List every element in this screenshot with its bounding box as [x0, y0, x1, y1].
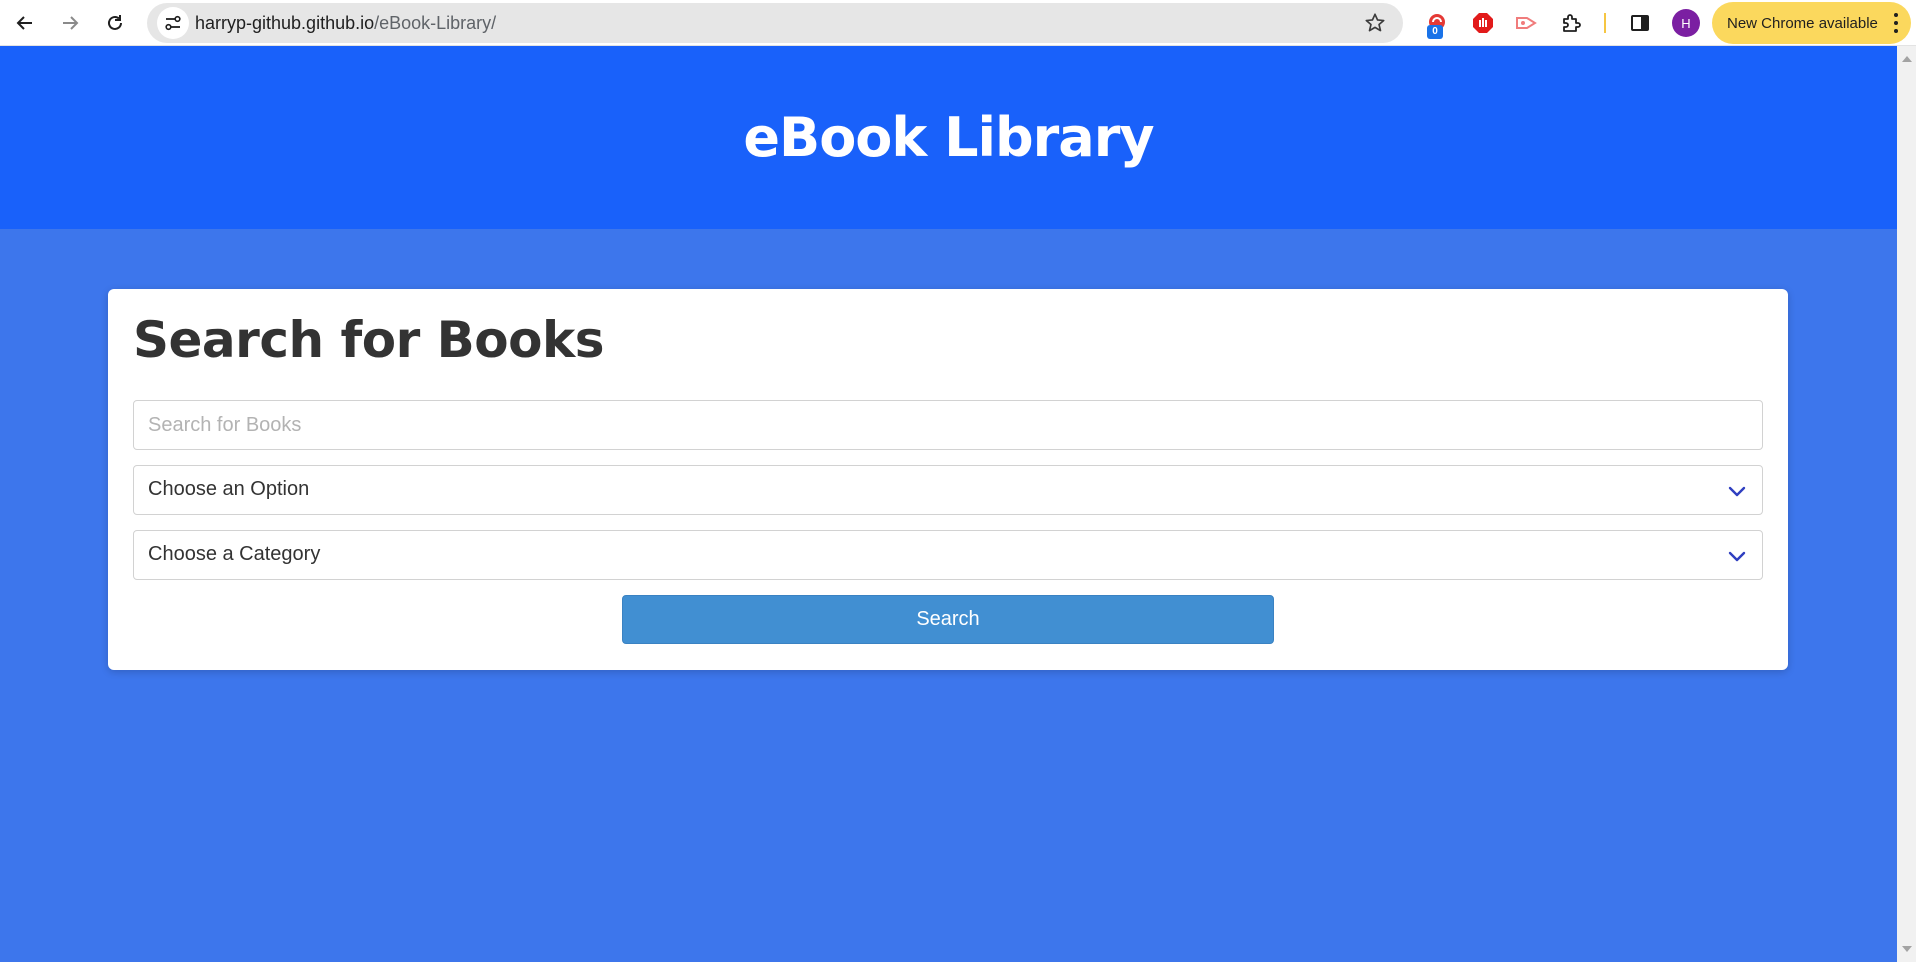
profile-avatar[interactable]: H [1672, 9, 1700, 37]
side-panel-button[interactable] [1627, 10, 1653, 36]
browser-toolbar: harryp-github.github.io/eBook-Library/ 0 [0, 0, 1916, 46]
side-panel-icon [1631, 15, 1649, 31]
site-header: eBook Library [0, 46, 1897, 229]
site-info-icon [165, 15, 181, 31]
site-title: eBook Library [743, 106, 1154, 169]
toolbar-divider [1604, 13, 1606, 33]
option-select[interactable]: Choose an Option [133, 465, 1763, 515]
category-select[interactable]: Choose a Category [133, 530, 1763, 580]
chevron-down-icon [1728, 486, 1746, 497]
page-scrollbar[interactable] [1897, 46, 1916, 962]
back-button[interactable] [8, 6, 42, 40]
address-bar[interactable]: harryp-github.github.io/eBook-Library/ [147, 3, 1403, 43]
search-input[interactable] [134, 401, 1762, 449]
category-select-value: Choose a Category [148, 543, 321, 565]
option-select-value: Choose an Option [148, 478, 310, 500]
url-text: harryp-github.github.io/eBook-Library/ [195, 13, 496, 34]
forward-button[interactable] [53, 6, 87, 40]
extensions-menu-button[interactable] [1559, 10, 1585, 36]
extension-badge: 0 [1427, 25, 1443, 39]
bookmark-star-icon [1365, 13, 1385, 32]
extensions-puzzle-icon [1563, 14, 1581, 32]
update-chip-label: New Chrome available [1727, 14, 1878, 32]
search-button[interactable]: Search [622, 595, 1274, 644]
forward-arrow-icon [63, 16, 79, 30]
bookmark-button[interactable] [1363, 11, 1387, 35]
search-heading: Search for Books [133, 311, 604, 369]
extension-ext2-icon [1473, 13, 1493, 33]
site-info-button[interactable] [157, 7, 189, 39]
extension-2-button[interactable] [1470, 10, 1496, 36]
extension-3-button[interactable] [1514, 10, 1540, 36]
update-chrome-chip[interactable]: New Chrome available [1712, 2, 1911, 44]
reload-icon [108, 15, 122, 30]
search-input-wrapper [133, 400, 1763, 450]
more-vert-icon[interactable] [1893, 13, 1899, 33]
scroll-up-arrow-icon[interactable] [1902, 56, 1912, 62]
url-path: /eBook-Library/ [374, 13, 497, 33]
back-arrow-icon [16, 16, 32, 30]
scroll-down-arrow-icon[interactable] [1902, 946, 1912, 952]
chevron-down-icon [1728, 551, 1746, 562]
extension-ext3-icon [1516, 17, 1537, 29]
url-host: harryp-github.github.io [195, 13, 375, 33]
reload-button[interactable] [98, 6, 132, 40]
page-viewport: eBook Library Search for Books Choose an… [0, 46, 1897, 962]
